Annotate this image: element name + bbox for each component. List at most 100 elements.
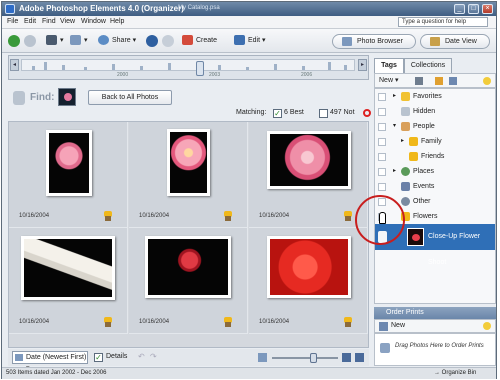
timeline-left-arrow-icon[interactable]: ◂ <box>10 59 19 71</box>
photo-cell[interactable]: 10/16/2004 <box>249 122 368 228</box>
photo-downloader-button[interactable]: ▾ <box>46 34 64 48</box>
photo-cell[interactable]: 10/16/2004 <box>129 122 248 228</box>
collapse-icon[interactable]: ▾ <box>393 119 396 134</box>
expand-icon[interactable]: ▸ <box>393 164 396 179</box>
close-button[interactable]: × <box>482 4 493 14</box>
photo-thumbnail[interactable] <box>46 130 92 196</box>
tag-icon <box>223 211 233 221</box>
rotate-right-icon[interactable] <box>162 35 174 47</box>
not-match-checkbox[interactable] <box>319 109 328 118</box>
photo-thumbnail[interactable] <box>167 129 210 196</box>
organize-bin-toggle[interactable]: → Organize Bin <box>434 370 476 376</box>
edit-tag-icon[interactable] <box>435 77 443 85</box>
tips-icon[interactable] <box>483 77 491 85</box>
photo-thumbnail[interactable] <box>267 131 351 189</box>
order-prints-header[interactable]: Order Prints <box>374 307 496 319</box>
new-order-icon[interactable] <box>379 322 388 331</box>
single-photo-view-icon[interactable] <box>355 353 364 362</box>
menu-bar: File Edit Find View Window Help Type a q… <box>2 16 496 29</box>
tab-collections[interactable]: Collections <box>404 58 452 73</box>
rotate-right-small-icon[interactable]: ↷ <box>150 352 157 361</box>
create-button[interactable]: Create <box>182 34 217 48</box>
small-thumbnails-icon[interactable] <box>258 353 267 362</box>
tab-tags[interactable]: Tags <box>374 58 404 73</box>
tag-filter-box[interactable] <box>378 138 386 146</box>
new-order-label[interactable]: New <box>391 322 405 329</box>
globe-icon <box>401 167 410 176</box>
forward-arrow-icon[interactable] <box>24 35 36 47</box>
expand-icon[interactable]: ▸ <box>393 89 396 104</box>
star-icon <box>401 92 410 101</box>
tag-row-favorites[interactable]: ▸ Favorites <box>375 89 495 104</box>
photo-cell[interactable]: 10/16/2004 <box>249 228 368 334</box>
tag-filter-box[interactable] <box>378 123 386 131</box>
rotate-left-small-icon[interactable]: ↶ <box>138 352 145 361</box>
app-icon <box>5 4 15 14</box>
menu-window[interactable]: Window <box>81 18 106 25</box>
photo-thumbnail[interactable] <box>21 236 115 300</box>
photo-browser-button[interactable]: Photo Browser <box>332 34 416 49</box>
tag-row-hidden[interactable]: Hidden <box>375 104 495 119</box>
edit-button[interactable]: Edit ▾ <box>234 34 266 48</box>
photo-cell[interactable]: 10/16/2004 <box>129 228 248 334</box>
people-icon <box>401 122 410 131</box>
large-thumbnails-icon[interactable] <box>342 353 351 362</box>
timeline-right-arrow-icon[interactable]: ▸ <box>358 59 367 71</box>
tag-row-family[interactable]: ▸ Family <box>375 134 495 149</box>
back-to-all-photos-button[interactable]: Back to All Photos <box>88 90 172 105</box>
create-label: Create <box>196 37 218 44</box>
tips-icon[interactable] <box>483 322 491 330</box>
tag-filter-box[interactable] <box>378 108 386 116</box>
minimize-button[interactable]: _ <box>454 4 465 14</box>
back-arrow-icon[interactable] <box>8 35 20 47</box>
tag-filter-box[interactable] <box>378 93 386 101</box>
edit-label: Edit <box>248 37 261 44</box>
tag-filter-box[interactable] <box>378 168 386 176</box>
photo-thumbnail[interactable] <box>145 236 231 298</box>
display-button[interactable]: ▾ <box>70 34 88 48</box>
tag-row-places[interactable]: ▸ Places <box>375 164 495 179</box>
new-tag-button[interactable]: New ▾ <box>379 76 398 84</box>
tag-label: Hidden <box>413 108 436 115</box>
tag-thumbnail <box>407 228 424 246</box>
expand-icon[interactable]: ▸ <box>401 134 404 149</box>
delete-tag-icon[interactable] <box>415 77 423 85</box>
menu-file[interactable]: File <box>7 18 18 25</box>
timeline-slider-thumb[interactable] <box>196 61 204 76</box>
menu-find[interactable]: Find <box>42 18 56 25</box>
tag-row-friends[interactable]: Friends <box>375 149 495 164</box>
menu-view[interactable]: View <box>60 18 75 25</box>
import-tags-icon[interactable] <box>449 77 457 85</box>
tag-label: Places <box>413 168 435 175</box>
order-prints-toolbar: New <box>374 319 496 333</box>
share-button[interactable]: Share ▾ <box>98 34 136 48</box>
catalog-name: My Catalog.psa <box>178 5 220 11</box>
help-search-input[interactable]: Type a question for help <box>398 17 488 27</box>
details-checkbox[interactable]: ✓ <box>94 353 103 362</box>
photo-cell[interactable]: 10/16/2004 <box>9 122 128 228</box>
organize-bin-label: Organize Bin <box>441 370 477 376</box>
tag-filter-box[interactable] <box>378 153 386 161</box>
timeline[interactable]: ◂ ▸ 2000 2003 2006 <box>8 55 369 80</box>
date-view-button[interactable]: Date View <box>420 34 490 49</box>
maximize-button[interactable]: □ <box>468 4 479 14</box>
tag-icon <box>343 317 353 327</box>
best-match-checkbox[interactable]: ✓ <box>273 109 282 118</box>
slider-knob[interactable] <box>310 353 317 363</box>
sort-order-select[interactable]: Date (Newest First) ▾ <box>12 351 88 372</box>
tag-icon <box>343 211 353 221</box>
photo-thumbnail[interactable] <box>267 236 351 298</box>
menu-edit[interactable]: Edit <box>24 18 36 25</box>
tag-row-events[interactable]: Events <box>375 179 495 194</box>
rotate-left-icon[interactable] <box>146 35 158 47</box>
timeline-bar[interactable] <box>21 59 355 76</box>
order-prints-drop-area[interactable]: Drag Photos Here to Order Prints <box>374 333 496 366</box>
tag-icon <box>223 317 233 327</box>
find-tag-drop-well[interactable] <box>58 88 76 106</box>
tag-filter-box[interactable] <box>378 183 386 191</box>
photo-cell[interactable]: 10/16/2004 <box>9 228 128 334</box>
menu-help[interactable]: Help <box>110 18 124 25</box>
tag-row-people[interactable]: ▾ People <box>375 119 495 134</box>
thumbnail-size-slider[interactable] <box>272 353 338 363</box>
timeline-tick <box>274 64 277 70</box>
